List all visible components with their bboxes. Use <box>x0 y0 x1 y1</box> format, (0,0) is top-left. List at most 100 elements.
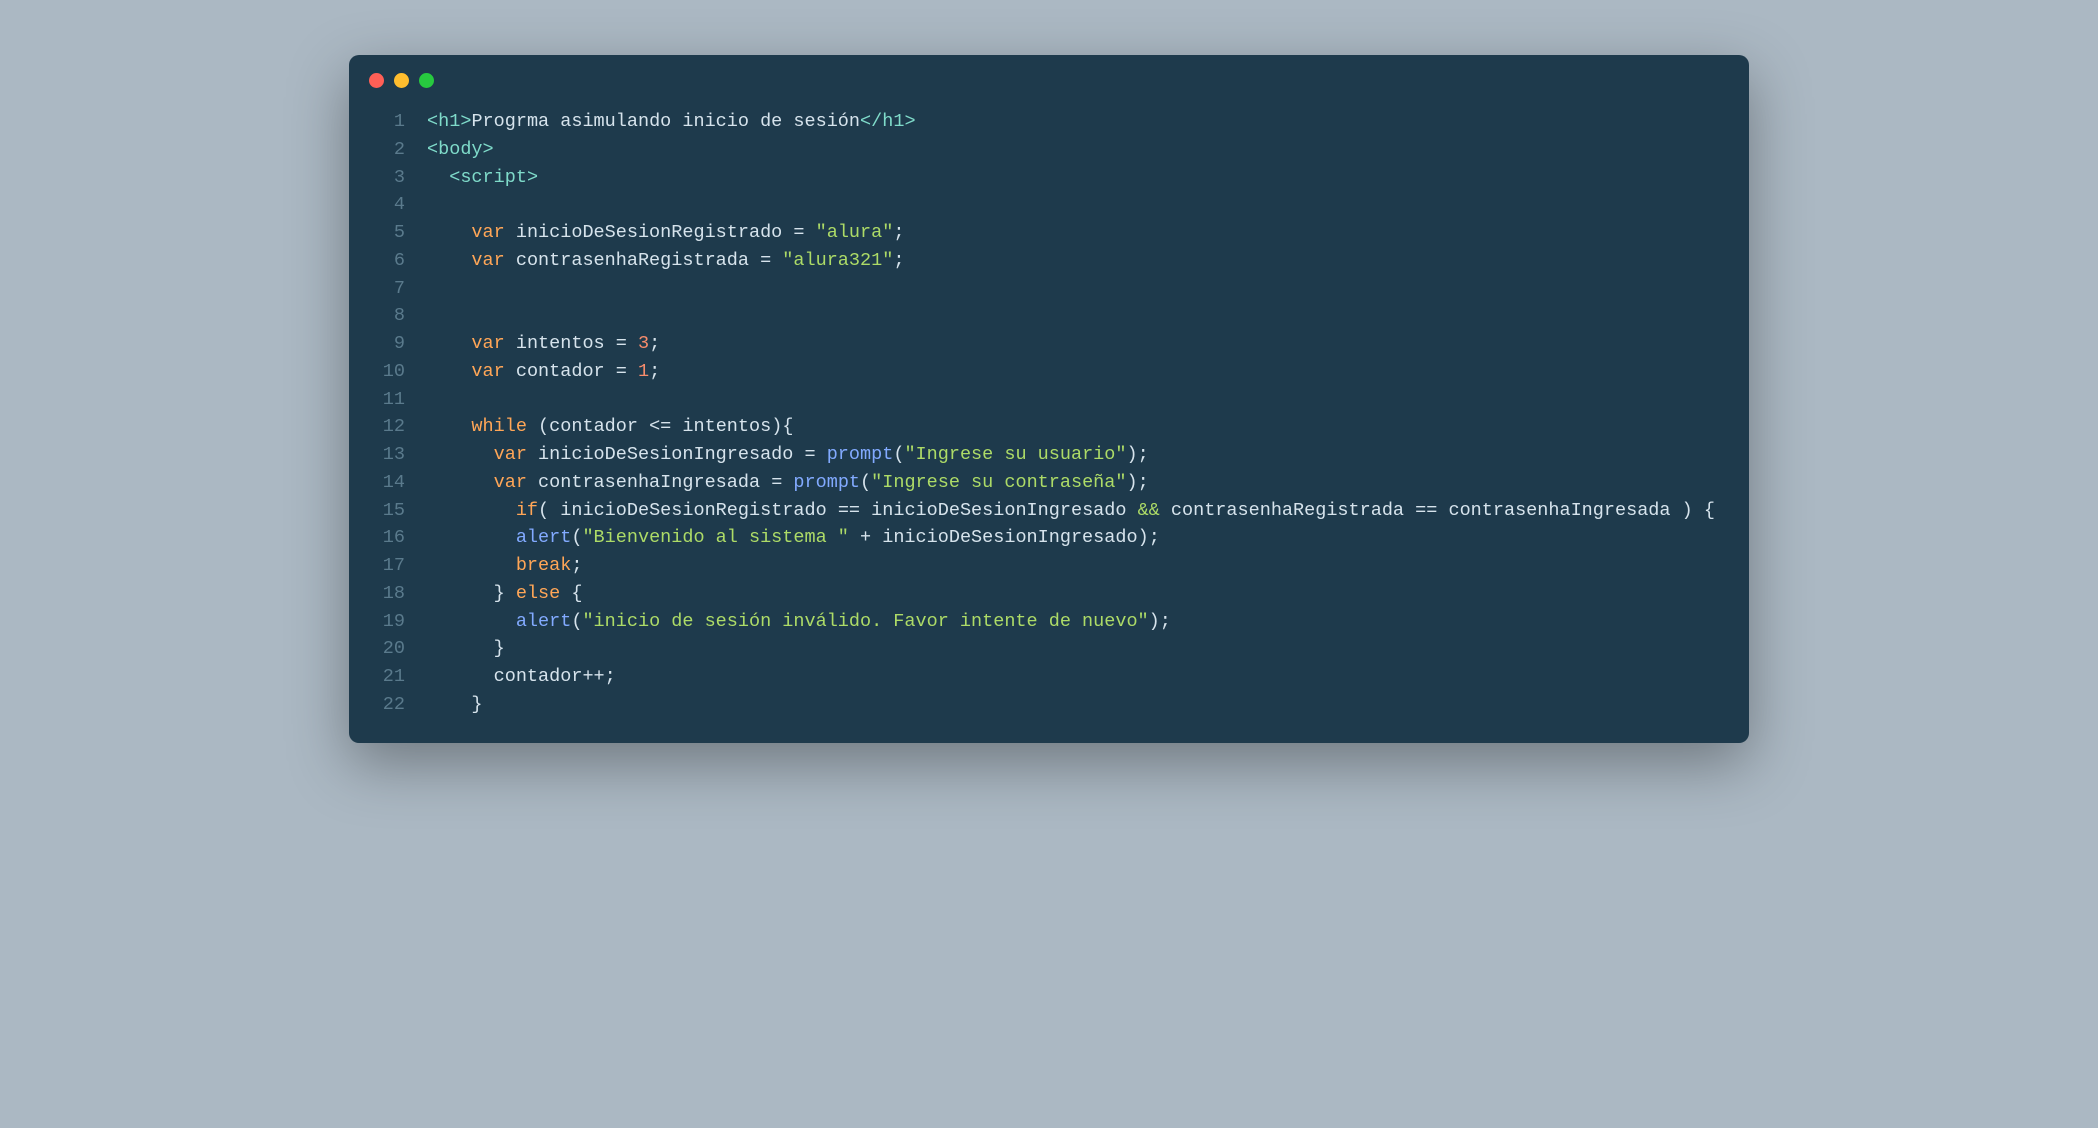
token-text: inicioDeSesionIngresado <box>527 444 805 465</box>
token-text <box>427 416 471 437</box>
token-op: ; <box>605 666 616 687</box>
token-op: ; <box>893 250 904 271</box>
token-text <box>427 555 516 576</box>
token-keyword: else <box>516 583 560 604</box>
token-op: ) <box>1682 500 1693 521</box>
token-text: inicioDeSesionRegistrado <box>505 222 794 243</box>
line-number: 13 <box>369 441 405 469</box>
close-icon[interactable] <box>369 73 384 88</box>
token-op: } <box>494 638 505 659</box>
token-text <box>1693 500 1704 521</box>
token-op: ++ <box>582 666 604 687</box>
token-text <box>427 333 471 354</box>
token-op: ( <box>538 500 549 521</box>
token-text: Progrma asimulando inicio de sesión <box>471 111 860 132</box>
code-content: var contrasenhaIngresada = prompt("Ingre… <box>427 469 1149 497</box>
token-text <box>427 472 494 493</box>
token-text: contador <box>505 361 616 382</box>
token-string: "Bienvenido al sistema " <box>582 527 848 548</box>
token-number: 1 <box>638 361 649 382</box>
token-op: <= <box>649 416 671 437</box>
line-number: 7 <box>369 275 405 303</box>
code-line: 18 } else { <box>369 580 1729 608</box>
token-string: "inicio de sesión inválido. Favor intent… <box>582 611 1148 632</box>
token-op: + <box>860 527 871 548</box>
code-line: 14 var contrasenhaIngresada = prompt("In… <box>369 469 1729 497</box>
code-line: 2<body> <box>369 136 1729 164</box>
code-line: 17 break; <box>369 552 1729 580</box>
token-text: contrasenhaRegistrada <box>505 250 760 271</box>
code-area[interactable]: 1 <h1>Progrma asimulando inicio de sesión… <box>349 98 1749 743</box>
token-keyword: var <box>471 361 504 382</box>
token-text <box>782 472 793 493</box>
token-op: ) <box>1126 444 1137 465</box>
code-line: 12 while (contador <= intentos){ <box>369 413 1729 441</box>
token-text <box>627 333 638 354</box>
line-number: 17 <box>369 552 405 580</box>
token-text <box>805 222 816 243</box>
token-text <box>427 222 471 243</box>
code-line: 11 <box>369 386 1729 414</box>
minimize-icon[interactable] <box>394 73 409 88</box>
code-line: 8 <box>369 302 1729 330</box>
code-content: } else { <box>427 580 582 608</box>
code-line: 1 <h1>Progrma asimulando inicio de sesión… <box>369 108 1729 136</box>
token-op: ; <box>649 333 660 354</box>
maximize-icon[interactable] <box>419 73 434 88</box>
code-content: <h1>Progrma asimulando inicio de sesión<… <box>427 108 916 136</box>
token-text: contrasenhaIngresada <box>1437 500 1681 521</box>
token-keyword: if <box>516 500 538 521</box>
token-punct: > <box>527 167 538 188</box>
code-line: 16 alert("Bienvenido al sistema " + inic… <box>369 524 1729 552</box>
token-op: { <box>1704 500 1715 521</box>
token-op: ; <box>649 361 660 382</box>
token-op: ( <box>860 472 871 493</box>
token-op: = <box>760 250 771 271</box>
line-number: 1 <box>369 108 405 136</box>
token-op: = <box>771 472 782 493</box>
token-punct: </ <box>860 111 882 132</box>
token-keyword: var <box>471 250 504 271</box>
token-punct: > <box>483 139 494 160</box>
token-keyword: break <box>516 555 572 576</box>
token-op: ; <box>571 555 582 576</box>
token-op: = <box>804 444 815 465</box>
token-op: == <box>1415 500 1437 521</box>
code-content: alert("inicio de sesión inválido. Favor … <box>427 608 1171 636</box>
code-content: break; <box>427 552 582 580</box>
token-op: = <box>793 222 804 243</box>
code-content: alert("Bienvenido al sistema " + inicioD… <box>427 524 1160 552</box>
token-op: ; <box>893 222 904 243</box>
token-keyword: var <box>471 222 504 243</box>
token-func: prompt <box>793 472 860 493</box>
token-string: "alura321" <box>782 250 893 271</box>
token-punct: > <box>460 111 471 132</box>
code-content: var contador = 1; <box>427 358 660 386</box>
token-keyword: var <box>494 444 527 465</box>
token-op: { <box>571 583 582 604</box>
line-number: 11 <box>369 386 405 414</box>
token-text: intentos <box>671 416 771 437</box>
line-number: 18 <box>369 580 405 608</box>
token-tag: body <box>438 139 482 160</box>
line-number: 4 <box>369 191 405 219</box>
code-content: <script> <box>427 164 538 192</box>
code-line: 21 contador++; <box>369 663 1729 691</box>
token-text: contrasenhaRegistrada <box>1160 500 1415 521</box>
token-string: "Ingrese su contraseña" <box>871 472 1126 493</box>
token-text <box>427 611 516 632</box>
token-punct: > <box>904 111 915 132</box>
token-tag: h1 <box>438 111 460 132</box>
token-op: ) <box>1149 611 1160 632</box>
code-content: } <box>427 635 505 663</box>
line-number: 9 <box>369 330 405 358</box>
code-line: 20 } <box>369 635 1729 663</box>
token-tag: script <box>460 167 527 188</box>
code-line: 6 var contrasenhaRegistrada = "alura321"… <box>369 247 1729 275</box>
token-op: ( <box>571 527 582 548</box>
token-op: ; <box>1138 444 1149 465</box>
line-number: 20 <box>369 635 405 663</box>
code-line: 9 var intentos = 3; <box>369 330 1729 358</box>
code-content: contador++; <box>427 663 616 691</box>
token-text <box>816 444 827 465</box>
